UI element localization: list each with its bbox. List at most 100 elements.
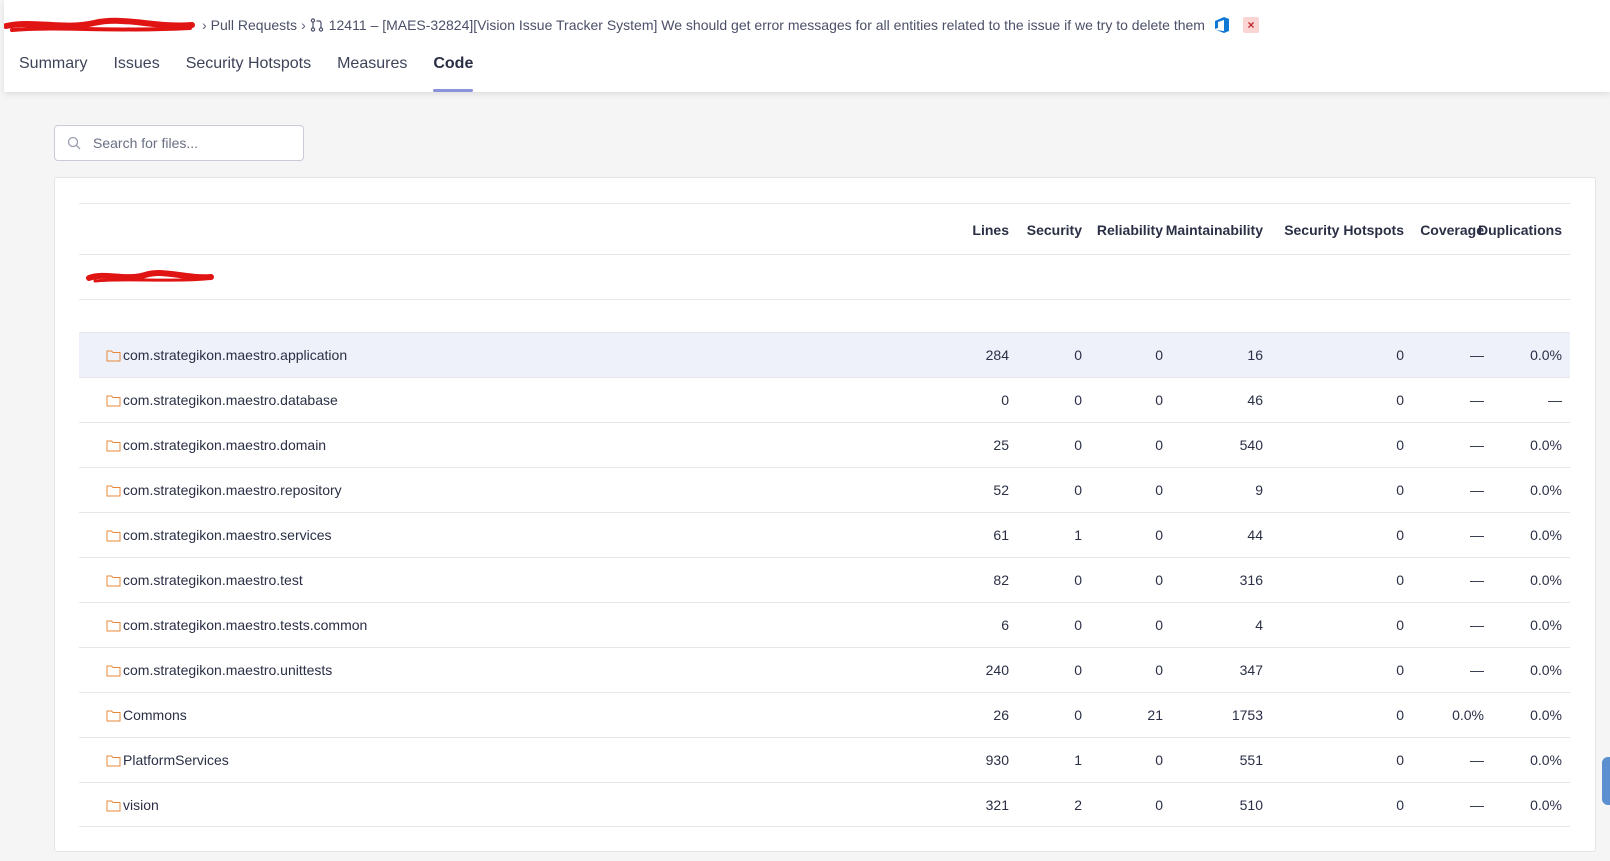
table-row[interactable]: com.strategikon.maestro.services 61 1 0 … [79, 512, 1570, 557]
maintainability-value[interactable]: 540 [1240, 437, 1263, 453]
security-hotspots-value[interactable]: 0 [1396, 752, 1404, 768]
col-header-duplications[interactable]: Duplications [1478, 222, 1562, 238]
component-name-cell[interactable]: com.strategikon.maestro.unittests [106, 662, 332, 678]
table-row[interactable]: com.strategikon.maestro.unittests 240 0 … [79, 647, 1570, 692]
security-value[interactable]: 0 [1074, 572, 1082, 588]
security-value[interactable]: 0 [1074, 662, 1082, 678]
table-row[interactable]: com.strategikon.maestro.application 284 … [79, 332, 1570, 377]
table-row[interactable]: com.strategikon.maestro.test 82 0 0 316 … [79, 557, 1570, 602]
security-value[interactable]: 2 [1074, 797, 1082, 813]
component-name[interactable]: com.strategikon.maestro.test [123, 572, 303, 588]
security-hotspots-value[interactable]: 0 [1396, 347, 1404, 363]
component-name-cell[interactable]: com.strategikon.maestro.domain [106, 437, 326, 453]
security-value[interactable]: 1 [1074, 752, 1082, 768]
pull-requests-link[interactable]: Pull Requests [211, 17, 297, 33]
reliability-value[interactable]: 0 [1155, 392, 1163, 408]
reliability-value[interactable]: 0 [1155, 617, 1163, 633]
security-value[interactable]: 0 [1074, 392, 1082, 408]
component-name-cell[interactable]: Commons [106, 707, 187, 723]
search-input[interactable] [93, 135, 283, 151]
reliability-value[interactable]: 0 [1155, 482, 1163, 498]
component-name[interactable]: com.strategikon.maestro.domain [123, 437, 326, 453]
security-value[interactable]: 0 [1074, 437, 1082, 453]
maintainability-value[interactable]: 316 [1240, 572, 1263, 588]
col-header-lines[interactable]: Lines [972, 222, 1009, 238]
col-header-security[interactable]: Security [1027, 222, 1082, 238]
security-hotspots-value[interactable]: 0 [1396, 527, 1404, 543]
azure-devops-icon[interactable] [1213, 16, 1231, 34]
component-name-cell[interactable]: com.strategikon.maestro.test [106, 572, 303, 588]
maintainability-value[interactable]: 9 [1255, 482, 1263, 498]
tab-security-hotspots[interactable]: Security Hotspots [186, 50, 311, 92]
maintainability-value[interactable]: 44 [1247, 527, 1263, 543]
component-name[interactable]: com.strategikon.maestro.database [123, 392, 338, 408]
table-row[interactable]: Commons 26 0 21 1753 0 0.0% 0.0% [79, 692, 1570, 737]
security-value[interactable]: 0 [1074, 482, 1082, 498]
reliability-value[interactable]: 0 [1155, 752, 1163, 768]
component-name[interactable]: com.strategikon.maestro.application [123, 347, 347, 363]
maintainability-value[interactable]: 46 [1247, 392, 1263, 408]
close-icon[interactable]: × [1242, 17, 1259, 33]
root-component-row [79, 255, 1570, 300]
tab-measures[interactable]: Measures [337, 50, 407, 92]
reliability-value[interactable]: 0 [1155, 572, 1163, 588]
reliability-value[interactable]: 0 [1155, 347, 1163, 363]
reliability-value[interactable]: 0 [1155, 437, 1163, 453]
security-value[interactable]: 0 [1074, 707, 1082, 723]
component-name[interactable]: com.strategikon.maestro.services [123, 527, 332, 543]
component-name[interactable]: PlatformServices [123, 752, 229, 768]
component-name-cell[interactable]: com.strategikon.maestro.application [106, 347, 347, 363]
tab-code[interactable]: Code [433, 50, 474, 92]
component-name[interactable]: com.strategikon.maestro.unittests [123, 662, 332, 678]
col-header-reliability[interactable]: Reliability [1097, 222, 1163, 238]
maintainability-value[interactable]: 1753 [1232, 707, 1263, 723]
component-name[interactable]: com.strategikon.maestro.tests.common [123, 617, 367, 633]
reliability-value[interactable]: 0 [1155, 797, 1163, 813]
col-header-coverage[interactable]: Coverage [1420, 222, 1484, 238]
tab-summary[interactable]: Summary [19, 50, 87, 92]
redacted-project-link[interactable] [4, 14, 196, 36]
maintainability-value[interactable]: 16 [1247, 347, 1263, 363]
maintainability-value[interactable]: 4 [1255, 617, 1263, 633]
table-row[interactable]: com.strategikon.maestro.domain 25 0 0 54… [79, 422, 1570, 467]
maintainability-value[interactable]: 347 [1240, 662, 1263, 678]
security-hotspots-value[interactable]: 0 [1396, 482, 1404, 498]
component-name[interactable]: Commons [123, 707, 187, 723]
component-name[interactable]: vision [123, 797, 159, 813]
table-row[interactable]: PlatformServices 930 1 0 551 0 — 0.0% [79, 737, 1570, 782]
component-name-cell[interactable]: com.strategikon.maestro.tests.common [106, 617, 367, 633]
component-name-cell[interactable]: com.strategikon.maestro.services [106, 527, 332, 543]
reliability-value[interactable]: 0 [1155, 527, 1163, 543]
tab-issues[interactable]: Issues [113, 50, 159, 92]
component-name-cell[interactable]: vision [106, 797, 159, 813]
table-row[interactable]: vision 321 2 0 510 0 — 0.0% [79, 782, 1570, 827]
security-hotspots-value[interactable]: 0 [1396, 797, 1404, 813]
reliability-value[interactable]: 21 [1147, 707, 1163, 723]
security-hotspots-value[interactable]: 0 [1396, 437, 1404, 453]
security-hotspots-value[interactable]: 0 [1396, 662, 1404, 678]
table-row[interactable]: com.strategikon.maestro.tests.common 6 0… [79, 602, 1570, 647]
maintainability-value[interactable]: 551 [1240, 752, 1263, 768]
duplications-value: 0.0% [1530, 752, 1562, 768]
coverage-value: — [1470, 572, 1484, 588]
security-hotspots-value[interactable]: 0 [1396, 707, 1404, 723]
security-hotspots-value[interactable]: 0 [1396, 572, 1404, 588]
component-name-cell[interactable]: com.strategikon.maestro.repository [106, 482, 342, 498]
security-value[interactable]: 1 [1074, 527, 1082, 543]
security-value[interactable]: 0 [1074, 347, 1082, 363]
col-header-maintainability[interactable]: Maintainability [1166, 222, 1263, 238]
reliability-value[interactable]: 0 [1155, 662, 1163, 678]
security-hotspots-value[interactable]: 0 [1396, 617, 1404, 633]
table-row[interactable]: com.strategikon.maestro.database 0 0 0 4… [79, 377, 1570, 422]
security-value[interactable]: 0 [1074, 617, 1082, 633]
security-hotspots-value[interactable]: 0 [1396, 392, 1404, 408]
component-name-cell[interactable]: PlatformServices [106, 752, 229, 768]
coverage-value: 0.0% [1452, 707, 1484, 723]
table-row[interactable]: com.strategikon.maestro.repository 52 0 … [79, 467, 1570, 512]
side-feedback-tab[interactable] [1602, 757, 1610, 805]
component-name-cell[interactable]: com.strategikon.maestro.database [106, 392, 338, 408]
col-header-security-hotspots[interactable]: Security Hotspots [1284, 222, 1404, 238]
search-icon [67, 136, 81, 150]
maintainability-value[interactable]: 510 [1240, 797, 1263, 813]
component-name[interactable]: com.strategikon.maestro.repository [123, 482, 342, 498]
